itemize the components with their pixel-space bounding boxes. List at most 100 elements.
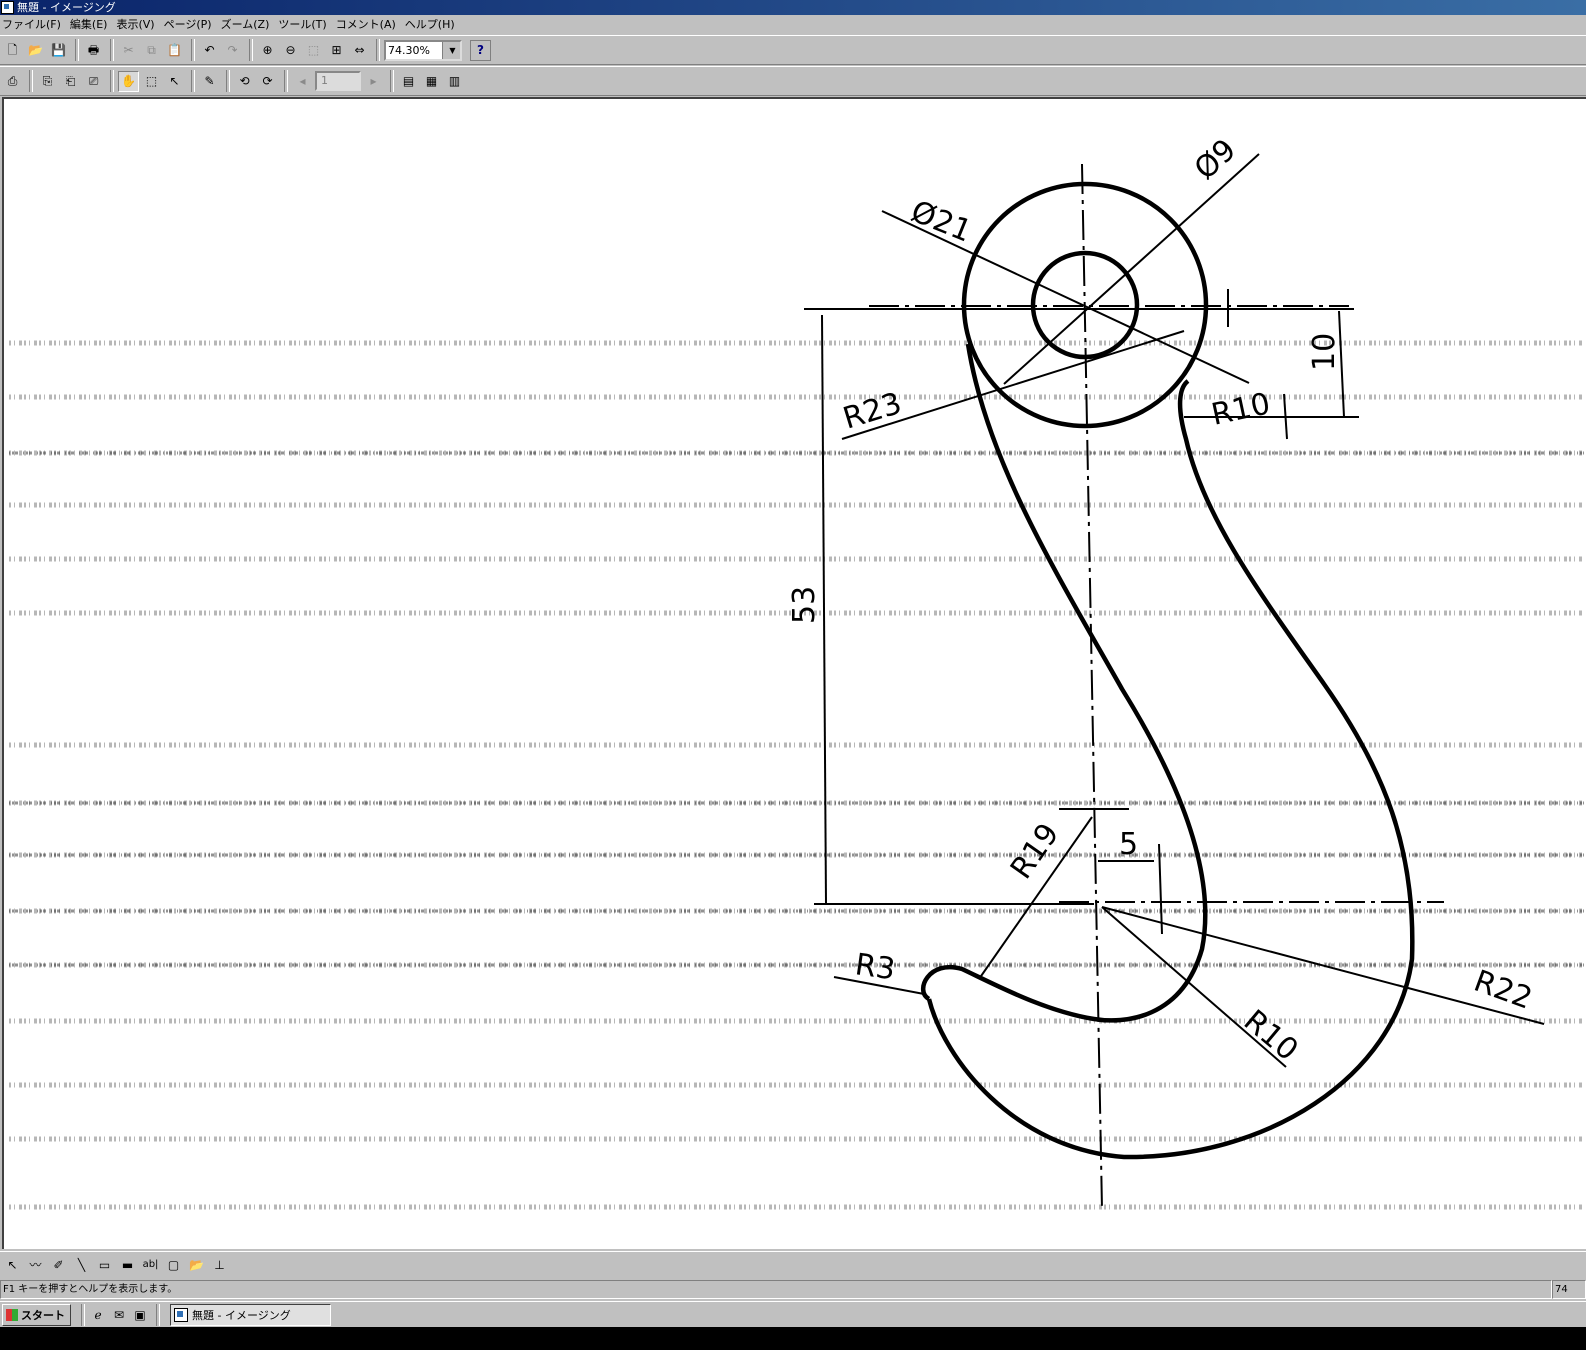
hollow-rectangle-icon[interactable]: ▭ [94,1254,115,1275]
redo-icon[interactable]: ↷ [222,40,243,61]
toolbar-separator [226,70,230,92]
status-bar: F1 キーを押すとヘルプを表示します。 74 [0,1280,1586,1299]
taskbar-separator [156,1303,160,1326]
open-folder-icon[interactable]: 📂 [25,40,46,61]
print-icon[interactable]: 🖶 [83,40,104,61]
annotation-toolbar: ↖ 〰 ✐ ╲ ▭ ▬ ab| ▢ 📂 ⊥ [0,1251,1586,1277]
scan-rescan-icon[interactable]: ⎚ [83,71,104,92]
status-zoom: 74 [1552,1280,1586,1299]
toolbar-separator [191,70,195,92]
rotate-right-icon[interactable]: ⟳ [257,71,278,92]
start-button[interactable]: スタート [2,1303,71,1326]
label-dim10: 10 [1307,333,1342,371]
menu-help[interactable]: ヘルプ(H) [403,15,462,34]
straight-line-icon[interactable]: ╲ [71,1254,92,1275]
toolbar-separator [191,39,195,61]
internet-explorer-icon[interactable]: ℯ [89,1306,107,1324]
label-r23: R23 [839,386,906,437]
filled-rectangle-icon[interactable]: ▬ [117,1254,138,1275]
standard-toolbar: 🗋 📂 💾 🖶 ✂ ⧉ 📋 ↶ ↷ ⊕ ⊖ ⬚ ⊞ ⇔ 74.30% ▼ ? [0,35,1586,65]
menu-zoom[interactable]: ズーム(Z) [219,15,277,34]
toolbar-separator [110,39,114,61]
prev-page-icon[interactable]: ◂ [292,71,313,92]
select-region-icon[interactable]: ⬚ [141,71,162,92]
scan-new-icon[interactable]: ⎙ [2,71,23,92]
toolbar-separator [75,39,79,61]
taskbar-separator [81,1303,85,1326]
status-message: F1 キーを押すとヘルプを表示します。 [0,1280,1552,1299]
page-number-field[interactable]: 1 [315,71,361,91]
chevron-down-icon[interactable]: ▼ [442,41,460,59]
imaging-toolbar: ⎙ ⎘ ⎗ ⎚ ✋ ⬚ ↖ ✎ ⟲ ⟳ ◂ 1 ▸ ▤ ▦ ▥ [0,66,1586,96]
toolbar-separator [284,70,288,92]
help-icon[interactable]: ? [470,39,491,61]
scanned-drawing: Ø21 Ø9 R23 R10 10 53 R19 5 R3 R10 R22 [9,132,1584,1210]
label-d9: Ø9 [1188,132,1243,187]
imaging-app-icon [174,1307,188,1322]
menu-page[interactable]: ページ(P) [162,15,219,34]
toolbar-separator [390,70,394,92]
zoom-out-icon[interactable]: ⊖ [280,40,301,61]
annotation-icon[interactable]: ✎ [199,71,220,92]
annotation-select-icon[interactable]: ↖ [2,1254,23,1275]
hand-drag-icon[interactable]: ✋ [118,70,139,92]
app-icon[interactable] [1,1,14,14]
fit-width-icon[interactable]: ⇔ [349,40,370,61]
save-icon[interactable]: 💾 [48,40,69,61]
text-tool-icon[interactable]: ab| [140,1254,161,1275]
cut-icon[interactable]: ✂ [118,40,139,61]
windows-logo-icon [6,1308,18,1321]
taskbar-item-label: 無題 - イメージング [192,1308,291,1322]
menu-file[interactable]: ファイル(F) [0,15,68,34]
zoom-combobox[interactable]: 74.30% ▼ [384,39,462,61]
zoom-in-icon[interactable]: ⊕ [257,40,278,61]
thumbnail-view-icon[interactable]: ▦ [421,71,442,92]
scan-append-icon[interactable]: ⎗ [60,71,81,92]
freehand-line-icon[interactable]: 〰 [25,1254,46,1275]
show-desktop-icon[interactable]: ▣ [131,1306,149,1324]
new-document-icon[interactable]: 🗋 [2,40,23,61]
label-dim5: 5 [1119,827,1138,862]
label-d21: Ø21 [906,194,976,250]
rotate-left-icon[interactable]: ⟲ [234,71,255,92]
title-bar: 無題 - イメージング [0,0,1586,15]
window-title: 無題 - イメージング [17,1,116,14]
next-page-icon[interactable]: ▸ [363,71,384,92]
sticky-note-icon[interactable]: ▢ [163,1254,184,1275]
label-r3: R3 [853,947,897,987]
toolbar-separator [376,39,380,61]
paste-icon[interactable]: 📋 [164,40,185,61]
menu-edit[interactable]: 編集(E) [68,15,115,34]
undo-icon[interactable]: ↶ [199,40,220,61]
fit-page-icon[interactable]: ⊞ [326,40,347,61]
scan-noise-dark [9,451,1584,967]
toolbar-separator [249,39,253,61]
menu-view[interactable]: 表示(V) [114,15,161,34]
one-page-view-icon[interactable]: ▤ [398,71,419,92]
document-canvas[interactable]: Ø21 Ø9 R23 R10 10 53 R19 5 R3 R10 R22 [2,97,1586,1249]
label-dim53: 53 [787,586,822,624]
menu-comment[interactable]: コメント(A) [334,15,403,34]
toolbar-separator [29,70,33,92]
scan-insert-icon[interactable]: ⎘ [37,71,58,92]
zoom-select-icon[interactable]: ⬚ [303,40,324,61]
taskbar: スタート ℯ ✉ ▣ 無題 - イメージング [0,1301,1586,1327]
copy-icon[interactable]: ⧉ [141,40,162,61]
menu-tools[interactable]: ツール(T) [276,15,333,34]
taskbar-item-imaging[interactable]: 無題 - イメージング [170,1303,331,1326]
label-r10-top: R10 [1208,386,1273,433]
label-r22: R22 [1469,964,1536,1017]
label-r10-bottom: R10 [1237,1003,1305,1068]
text-from-file-icon[interactable]: 📂 [186,1254,207,1275]
start-label: スタート [21,1308,65,1322]
menu-bar: ファイル(F) 編集(E) 表示(V) ページ(P) ズーム(Z) ツール(T)… [0,15,1586,34]
label-r19: R19 [1004,817,1067,885]
screen-bottom-edge [0,1327,1586,1350]
zoom-value: 74.30% [388,43,430,57]
outlook-express-icon[interactable]: ✉ [110,1306,128,1324]
pointer-icon[interactable]: ↖ [164,71,185,92]
highlighter-icon[interactable]: ✐ [48,1254,69,1275]
rubber-stamp-icon[interactable]: ⊥ [209,1254,230,1275]
page-and-thumbnail-view-icon[interactable]: ▥ [444,71,465,92]
toolbar-separator [110,70,114,92]
